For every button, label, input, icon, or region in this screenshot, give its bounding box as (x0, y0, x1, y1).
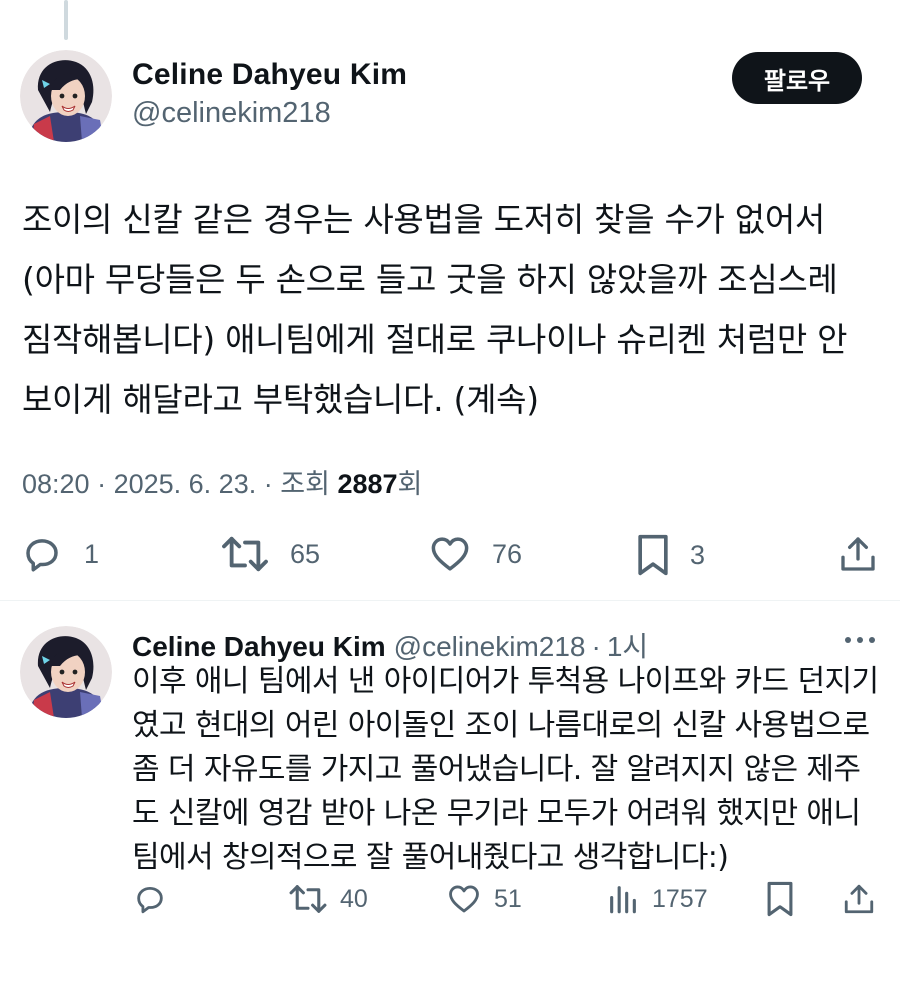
tweet-date[interactable]: 2025. 6. 23. (114, 469, 257, 499)
reply-text-line: 좀 더 자유도를 가지고 풀어냈습니다. 잘 알려지지 않은 제주 (132, 752, 861, 787)
tweet-text-line: 보이게 해달라고 부탁했습니다. (계속) (22, 380, 539, 419)
meta-separator: · (591, 631, 601, 662)
tweet-time[interactable]: 08:20 (22, 469, 90, 499)
views-count: 1757 (652, 884, 708, 913)
share-icon (844, 884, 874, 914)
reply-button[interactable] (132, 882, 168, 916)
bookmark-icon (767, 881, 793, 917)
more-dots-icon (845, 637, 875, 643)
repost-button[interactable]: 40 (288, 882, 368, 916)
author-name[interactable]: Celine Dahyeu Kim (132, 58, 407, 92)
repost-icon (289, 885, 327, 913)
bookmark-icon (638, 534, 668, 576)
like-button[interactable]: 76 (428, 533, 522, 575)
like-count: 51 (494, 884, 522, 913)
views-button[interactable]: 1757 (606, 882, 708, 916)
views-chart-icon (610, 886, 636, 914)
reply-text-line: 이후 애니 팀에서 낸 아이디어가 투척용 나이프와 카드 던지기 (132, 664, 879, 699)
tweet-text-line: (아마 무당들은 두 손으로 들고 굿을 하지 않았을까 조심스레 (22, 260, 838, 299)
share-button[interactable] (842, 882, 876, 916)
views-count: 2887 (337, 469, 398, 499)
follow-button[interactable]: 팔로우 (732, 52, 862, 104)
reply-time[interactable]: 1시 (607, 631, 648, 662)
share-button[interactable] (838, 533, 878, 575)
tweet-meta: 08:20 · 2025. 6. 23. · 조회 2887회 (22, 462, 422, 501)
reply-text-line: 도 신칼에 영감 받아 나온 무기라 모두가 어려워 했지만 애니 (132, 796, 861, 831)
reply-text-line: 였고 현대의 어린 아이돌인 조이 나름대로의 신칼 사용법으로 (132, 708, 870, 743)
bookmark-button[interactable] (766, 880, 794, 918)
reply-button[interactable]: 1 (20, 533, 99, 575)
reply-icon (26, 539, 58, 572)
meta-separator: · (97, 469, 114, 499)
repost-button[interactable]: 65 (220, 533, 320, 575)
bookmark-count: 3 (690, 539, 706, 570)
avatar[interactable] (20, 50, 112, 142)
reply-count: 1 (84, 538, 100, 569)
like-count: 76 (492, 538, 523, 569)
author-handle[interactable]: @celinekim218 (394, 631, 586, 662)
meta-separator: · (263, 469, 281, 499)
avatar[interactable] (20, 626, 112, 718)
like-button[interactable]: 51 (446, 882, 522, 916)
repost-icon (222, 536, 268, 572)
views-suffix: 회 (397, 469, 423, 499)
repost-count: 65 (290, 538, 321, 569)
bookmark-button[interactable]: 3 (636, 533, 705, 577)
reply-icon (137, 886, 163, 914)
reply-header: Celine Dahyeu Kim @celinekim218 · 1시 (132, 625, 648, 665)
author-handle[interactable]: @celinekim218 (132, 97, 331, 130)
share-icon (841, 537, 875, 571)
tweet-text-line: 짐작해봅니다) 애니팀에게 절대로 쿠나이나 슈리켄 처럼만 안 (22, 320, 848, 359)
tweet-text: 조이의 신칼 같은 경우는 사용법을 도저히 찾을 수가 없어서 (아마 무당들… (22, 190, 882, 430)
heart-icon (431, 537, 469, 571)
more-options-button[interactable] (842, 630, 878, 650)
heart-icon (449, 885, 479, 913)
thread-connector-line (64, 0, 68, 40)
repost-count: 40 (340, 884, 368, 913)
tweet-divider (0, 600, 900, 601)
reply-text-line: 팀에서 창의적으로 잘 풀어내줬다고 생각합니다:) (132, 840, 729, 875)
views-label: 조회 (280, 469, 330, 499)
reply-text: 이후 애니 팀에서 낸 아이디어가 투척용 나이프와 카드 던지기 였고 현대의… (132, 660, 892, 880)
tweet-text-line: 조이의 신칼 같은 경우는 사용법을 도저히 찾을 수가 없어서 (22, 200, 825, 239)
author-name[interactable]: Celine Dahyeu Kim (132, 631, 386, 662)
